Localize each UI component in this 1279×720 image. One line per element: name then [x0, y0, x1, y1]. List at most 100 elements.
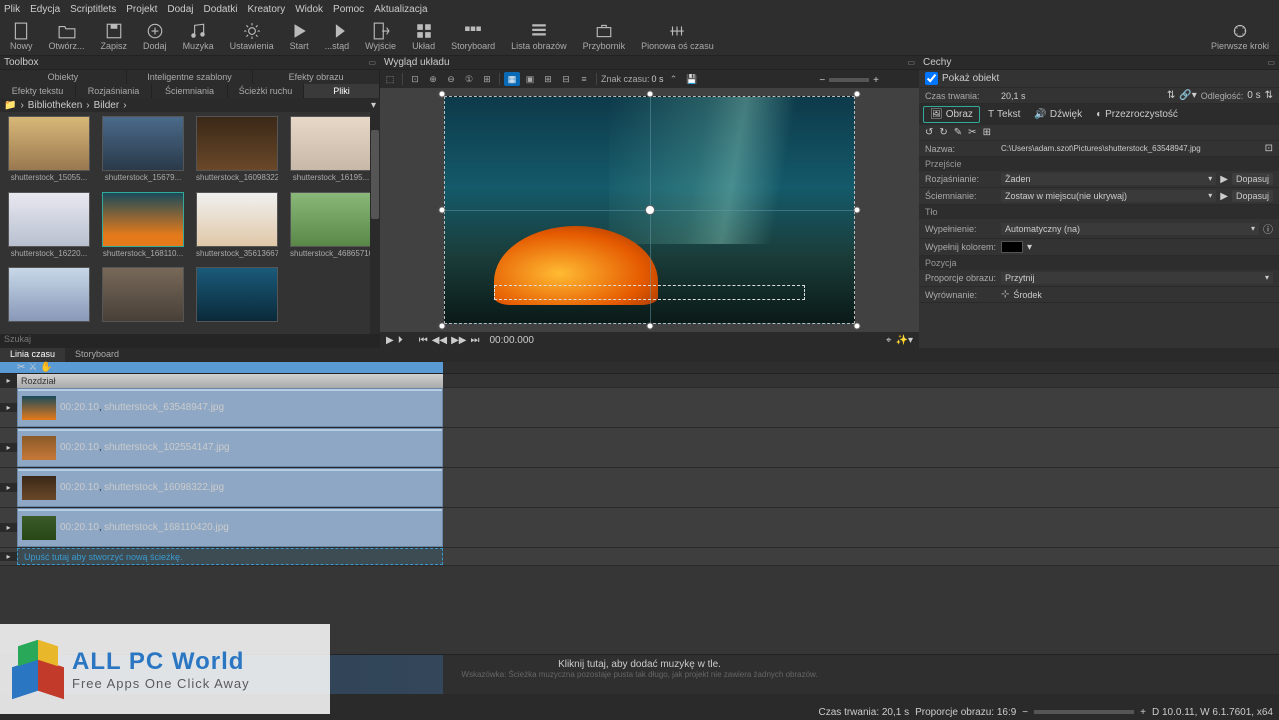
- zoom-plus-icon[interactable]: +: [1140, 707, 1146, 718]
- clip[interactable]: 00:20.10, shutterstock_102554147.jpg: [17, 428, 443, 467]
- dopasuj-button[interactable]: Dopasuj: [1232, 173, 1273, 185]
- thumb-item[interactable]: shutterstock_168110...: [98, 192, 188, 264]
- align-value[interactable]: Środek: [1013, 290, 1273, 300]
- menu-dodatki[interactable]: Dodatki: [204, 4, 238, 15]
- handle-sw[interactable]: [439, 323, 446, 330]
- crumb-dropdown-icon[interactable]: ▾: [371, 100, 376, 111]
- tab-storyboard[interactable]: Storyboard: [65, 348, 129, 362]
- music-button[interactable]: Muzyka: [175, 20, 222, 53]
- handle-nw[interactable]: [439, 91, 446, 98]
- scrollbar[interactable]: [370, 112, 380, 334]
- exit-button[interactable]: Wyjście: [357, 20, 404, 53]
- offset-value[interactable]: 0 s: [1247, 90, 1260, 101]
- menu-plik[interactable]: Plik: [4, 4, 20, 15]
- fadeout-dropdown[interactable]: Zostaw w miejscu(nie ukrywaj): [1001, 190, 1216, 202]
- track-toggle-icon[interactable]: ▸: [0, 483, 17, 492]
- hand-icon[interactable]: ✋: [40, 362, 52, 373]
- info-icon[interactable]: ⓘ: [1263, 221, 1273, 236]
- tab-sound[interactable]: 🔊Dźwięk: [1028, 106, 1088, 123]
- track-toggle-icon[interactable]: ▸: [0, 374, 17, 387]
- knife-icon[interactable]: ⚔: [28, 362, 37, 373]
- tab-szablony[interactable]: Inteligentne szablony: [127, 70, 254, 84]
- preview-icon[interactable]: ▶: [1220, 174, 1228, 185]
- thumb-item[interactable]: shutterstock_15055...: [4, 116, 94, 188]
- tab-sciemniania[interactable]: Ściemniania: [152, 84, 228, 98]
- zoom-minus-icon[interactable]: −: [819, 75, 825, 86]
- zoom-minus-icon[interactable]: −: [1022, 707, 1028, 718]
- browse-icon[interactable]: ⊡: [1265, 143, 1273, 154]
- fill-dropdown[interactable]: Automatyczny (na): [1001, 223, 1259, 235]
- crop-icon[interactable]: ✂: [968, 127, 976, 138]
- canvas[interactable]: [442, 94, 857, 326]
- drop-track[interactable]: ▸ Upuść tutaj aby stworzyć nową ścieżkę.: [0, 548, 1279, 566]
- search-input[interactable]: Szukaj: [0, 334, 380, 348]
- clip[interactable]: 00:20.10, shutterstock_168110420.jpg: [17, 508, 443, 547]
- duration-value[interactable]: 20,1 s: [1001, 91, 1163, 101]
- toolbox-button[interactable]: Przybornik: [575, 20, 634, 53]
- menu-widok[interactable]: Widok: [295, 4, 323, 15]
- handle-s[interactable]: [646, 323, 653, 330]
- firststeps-button[interactable]: Pierwsze kroki: [1203, 20, 1277, 53]
- handle-se[interactable]: [854, 323, 861, 330]
- subselection[interactable]: [494, 285, 805, 301]
- next-icon[interactable]: ▶▶: [451, 335, 466, 346]
- playstep-icon[interactable]: ⏵: [398, 335, 403, 346]
- tab-pliki[interactable]: Pliki: [304, 84, 380, 98]
- chevron-down-icon[interactable]: ▾: [1027, 242, 1032, 253]
- thumb-item[interactable]: shutterstock_16098322: [192, 116, 282, 188]
- fx-icon[interactable]: ✨▾: [896, 335, 913, 346]
- zoom-slider[interactable]: [829, 78, 869, 82]
- thumb-item[interactable]: shutterstock_16220...: [4, 192, 94, 264]
- tab-efekty-tekstu[interactable]: Efekty tekstu: [0, 84, 76, 98]
- color-swatch[interactable]: [1001, 241, 1023, 253]
- handle-ne[interactable]: [854, 91, 861, 98]
- start-from-button[interactable]: ...stąd: [317, 20, 358, 53]
- thumb-item[interactable]: [4, 267, 94, 330]
- close-icon[interactable]: ▭: [1267, 58, 1275, 67]
- dopasuj-button[interactable]: Dopasuj: [1232, 190, 1273, 202]
- aspect-dropdown[interactable]: Przytnij: [1001, 272, 1273, 284]
- chapter-clip[interactable]: Rozdział: [17, 374, 443, 388]
- save-button[interactable]: Zapisz: [93, 20, 136, 53]
- rotate-cw-icon[interactable]: ↻: [939, 127, 947, 138]
- thumb-item[interactable]: [98, 267, 188, 330]
- tab-obiekty[interactable]: Obiekty: [0, 70, 127, 84]
- tab-image[interactable]: 🖼Obraz: [923, 106, 980, 123]
- close-icon[interactable]: ▭: [907, 58, 915, 67]
- handle-center[interactable]: [645, 205, 655, 215]
- first-icon[interactable]: ⏮: [419, 335, 428, 346]
- thumb-item[interactable]: [192, 267, 282, 330]
- layout-button[interactable]: Układ: [404, 20, 443, 53]
- fadein-dropdown[interactable]: Żaden: [1001, 173, 1216, 185]
- clip[interactable]: 00:20.10, shutterstock_16098322.jpg: [17, 468, 443, 507]
- marker-icon[interactable]: ⌖: [886, 335, 892, 346]
- track-toggle-icon[interactable]: ▸: [0, 443, 17, 452]
- tab-opacity[interactable]: ◐Przezroczystość: [1090, 106, 1184, 123]
- vertical-timeline-button[interactable]: Pionowa oś czasu: [633, 20, 722, 53]
- rotate-ccw-icon[interactable]: ↺: [925, 127, 933, 138]
- handle-w[interactable]: [439, 207, 446, 214]
- thumb-item[interactable]: shutterstock_15679...: [98, 116, 188, 188]
- menu-projekt[interactable]: Projekt: [126, 4, 157, 15]
- handle-e[interactable]: [854, 207, 861, 214]
- tab-rozjasniania[interactable]: Rozjaśniania: [76, 84, 152, 98]
- tab-efekty-obrazu[interactable]: Efekty obrazu: [253, 70, 380, 84]
- preview-canvas-area[interactable]: − +: [380, 88, 919, 332]
- stepper-icon[interactable]: ⇅: [1265, 90, 1273, 101]
- fx-icon[interactable]: ⊞: [983, 127, 991, 138]
- stepper-icon[interactable]: ⇅: [1167, 90, 1175, 101]
- menu-edycja[interactable]: Edycja: [30, 4, 60, 15]
- menu-dodaj[interactable]: Dodaj: [167, 4, 193, 15]
- preview-icon[interactable]: ▶: [1220, 191, 1228, 202]
- imagelist-button[interactable]: Lista obrazów: [503, 20, 575, 53]
- scissors-icon[interactable]: ✂: [17, 362, 25, 373]
- tab-sciezki[interactable]: Ścieżki ruchu: [228, 84, 304, 98]
- close-icon[interactable]: ▭: [368, 58, 376, 67]
- menu-scriptitlets[interactable]: Scriptitlets: [70, 4, 116, 15]
- menu-aktualizacja[interactable]: Aktualizacja: [374, 4, 427, 15]
- thumb-item[interactable]: shutterstock_16195...: [286, 116, 376, 188]
- menu-kreatory[interactable]: Kreatory: [247, 4, 285, 15]
- start-button[interactable]: Start: [282, 20, 317, 53]
- zoom-slider[interactable]: [1034, 710, 1134, 714]
- edit-icon[interactable]: ✎: [954, 127, 962, 138]
